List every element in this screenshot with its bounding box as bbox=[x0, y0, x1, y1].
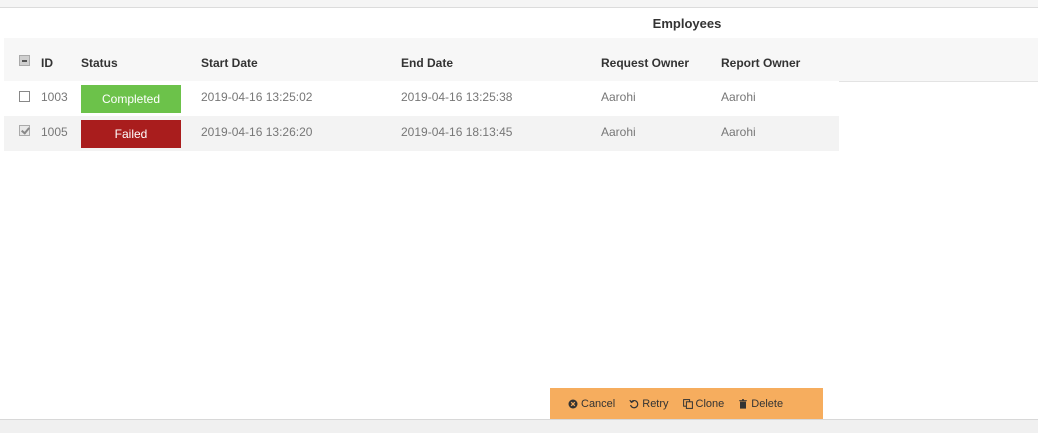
row-checkbox[interactable] bbox=[19, 125, 30, 136]
clone-button[interactable]: Clone bbox=[682, 397, 725, 410]
top-strip bbox=[0, 0, 1038, 8]
row-end-date: 2019-04-16 13:25:38 bbox=[401, 90, 513, 104]
status-badge: Completed bbox=[81, 85, 181, 113]
column-header-end-date[interactable]: End Date bbox=[401, 56, 453, 70]
cancel-label: Cancel bbox=[581, 397, 616, 410]
row-id: 1005 bbox=[41, 125, 68, 139]
row-report-owner: Aarohi bbox=[721, 90, 756, 104]
action-bar: Cancel Retry Clone Delete bbox=[550, 388, 823, 419]
row-id: 1003 bbox=[41, 90, 68, 104]
row-request-owner: Aarohi bbox=[601, 90, 636, 104]
delete-label: Delete bbox=[751, 397, 784, 410]
table-row[interactable]: 1005 Failed 2019-04-16 13:26:20 2019-04-… bbox=[4, 116, 839, 151]
page-title: Employees bbox=[652, 16, 722, 31]
retry-button[interactable]: Retry bbox=[629, 397, 669, 410]
status-badge: Failed bbox=[81, 120, 181, 148]
row-request-owner: Aarohi bbox=[601, 125, 636, 139]
retry-label: Retry bbox=[642, 397, 669, 410]
table-row[interactable]: 1003 Completed 2019-04-16 13:25:02 2019-… bbox=[4, 81, 839, 117]
column-header-status[interactable]: Status bbox=[81, 56, 118, 70]
footer-strip bbox=[0, 419, 1038, 433]
column-header-report-owner[interactable]: Report Owner bbox=[721, 56, 800, 70]
row-start-date: 2019-04-16 13:25:02 bbox=[201, 90, 313, 104]
select-all-checkbox[interactable] bbox=[19, 55, 30, 66]
delete-button[interactable]: Delete bbox=[738, 398, 783, 410]
cancel-button[interactable]: Cancel bbox=[568, 398, 615, 410]
clone-label: Clone bbox=[695, 397, 725, 410]
column-header-start-date[interactable]: Start Date bbox=[201, 56, 258, 70]
page: Employees ID Status Start Date End Date … bbox=[0, 0, 1038, 433]
trash-icon bbox=[739, 398, 748, 409]
cancel-icon bbox=[568, 399, 578, 408]
column-header-request-owner[interactable]: Request Owner bbox=[601, 56, 689, 70]
row-report-owner: Aarohi bbox=[721, 125, 756, 139]
clone-icon bbox=[682, 398, 693, 409]
grid-header: ID Status Start Date End Date Request Ow… bbox=[4, 38, 1038, 82]
column-header-id[interactable]: ID bbox=[41, 56, 53, 70]
row-checkbox[interactable] bbox=[19, 91, 30, 102]
retry-icon bbox=[629, 399, 639, 408]
row-end-date: 2019-04-16 18:13:45 bbox=[401, 125, 513, 139]
row-start-date: 2019-04-16 13:26:20 bbox=[201, 125, 313, 139]
